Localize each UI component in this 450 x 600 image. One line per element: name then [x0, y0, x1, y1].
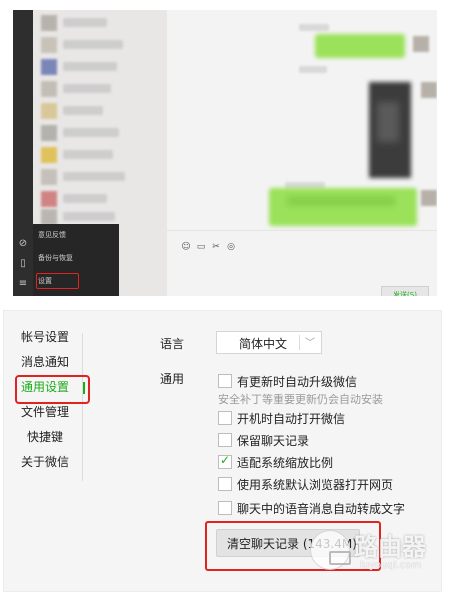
scissors-icon[interactable]: ✂: [211, 242, 221, 252]
language-select[interactable]: 简体中文 ﹀: [216, 331, 322, 354]
nav-item-account[interactable]: 帐号设置: [21, 328, 69, 345]
send-button[interactable]: 发送(S): [381, 286, 429, 296]
chevron-down-icon: ﹀: [305, 338, 315, 349]
emoji-icon[interactable]: ☺: [181, 242, 191, 252]
update-hint: 安全补丁等重要更新仍会自动安装: [218, 393, 383, 406]
highlight-box: [15, 375, 90, 404]
option-label: 适配系统缩放比例: [237, 456, 334, 470]
option-label: 有更新时自动升级微信: [237, 375, 358, 389]
option-label: 使用系统默认浏览器打开网页: [237, 478, 394, 492]
highlight-box: [36, 273, 79, 289]
list-item[interactable]: [33, 12, 167, 34]
general-label: 通用: [160, 372, 185, 386]
list-item[interactable]: [33, 78, 167, 100]
checkbox[interactable]: [218, 477, 232, 491]
nav-item-about[interactable]: 关于微信: [21, 453, 69, 470]
highlight-box: [205, 521, 381, 571]
chat-pane: [167, 10, 437, 296]
sidebar-strip: ⊘ ▯ ≡: [13, 10, 33, 296]
checkbox[interactable]: [218, 433, 232, 447]
option-label: 开机时自动打开微信: [237, 412, 346, 426]
divider: [167, 230, 437, 231]
chat-bubble: [315, 34, 405, 58]
timestamp: [299, 66, 327, 73]
checkbox[interactable]: ✓: [218, 453, 232, 469]
settings-panel: 帐号设置 消息通知 通用设置 文件管理 快捷键 关于微信 语言 简体中文 ﹀ 通…: [3, 310, 442, 592]
select-separator: [299, 335, 300, 350]
checkbox[interactable]: [218, 501, 232, 515]
list-item[interactable]: [33, 34, 167, 56]
nav-divider: [82, 333, 83, 481]
nav-item-shortcuts[interactable]: 快捷键: [27, 428, 63, 445]
more-menu-popup: 意见反馈 备份与恢复 设置: [33, 224, 119, 296]
language-value: 简体中文: [239, 337, 288, 351]
language-label: 语言: [160, 337, 185, 351]
chat-bubble-icon[interactable]: ◎: [226, 242, 236, 252]
timestamp: [299, 24, 329, 31]
list-item[interactable]: [33, 166, 167, 188]
phone-icon[interactable]: ▯: [17, 258, 29, 270]
compass-icon[interactable]: ⊘: [17, 238, 29, 250]
chat-bubble: [269, 188, 417, 226]
check-icon: ✓: [220, 453, 231, 467]
folder-icon[interactable]: ▭: [196, 242, 206, 252]
avatar: [413, 36, 429, 52]
list-item[interactable]: [33, 144, 167, 166]
chat-window: ⊘ ▯ ≡ 意见反馈 备份与恢复 设置 ☺ ▭ ✂ ◎ 发送(S): [13, 10, 437, 296]
option-label: 聊天中的语音消息自动转成文字: [237, 502, 406, 516]
list-item[interactable]: [33, 122, 167, 144]
avatar: [421, 82, 437, 98]
nav-item-files[interactable]: 文件管理: [21, 403, 69, 420]
nav-item-notifications[interactable]: 消息通知: [21, 353, 69, 370]
avatar: [421, 190, 437, 206]
menu-item-backup[interactable]: 备份与恢复: [38, 253, 73, 264]
checkbox[interactable]: [218, 374, 232, 388]
list-item[interactable]: [33, 56, 167, 78]
option-label: 保留聊天记录: [237, 434, 310, 448]
chat-image[interactable]: [369, 82, 411, 178]
checkbox[interactable]: [218, 411, 232, 425]
list-item[interactable]: [33, 100, 167, 122]
menu-icon[interactable]: ≡: [17, 278, 29, 290]
menu-item-feedback[interactable]: 意见反馈: [38, 230, 66, 241]
